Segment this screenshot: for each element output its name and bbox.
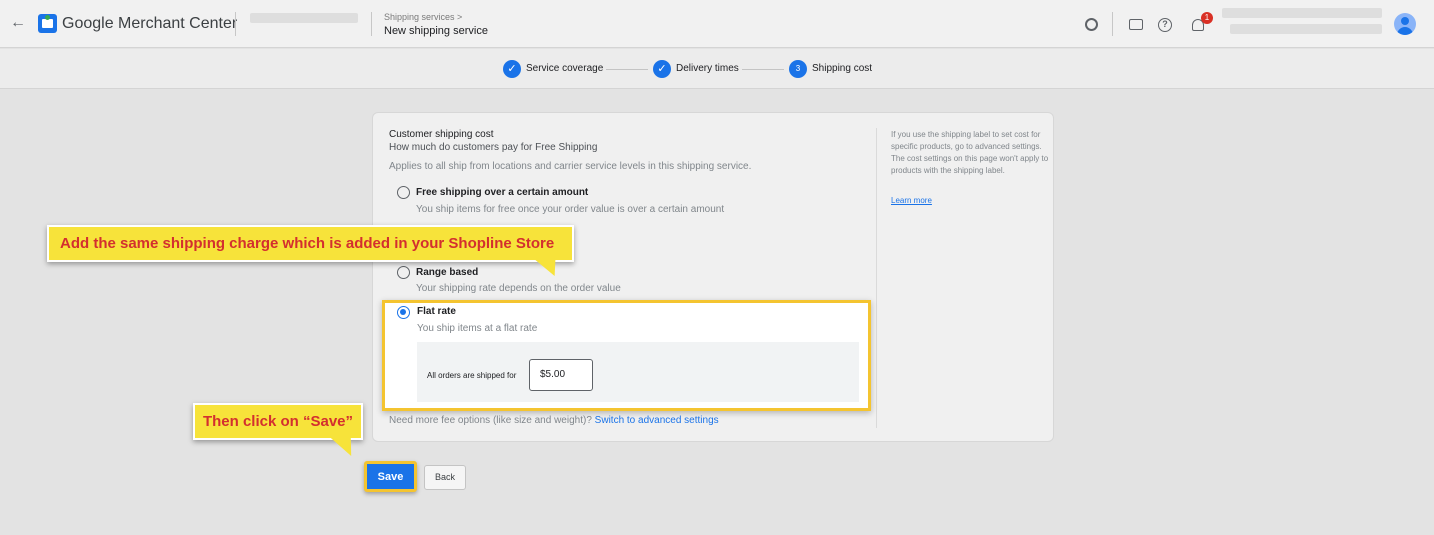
step-connector bbox=[742, 69, 784, 70]
section-title: Customer shipping cost bbox=[389, 129, 494, 140]
merchant-center-logo-icon bbox=[38, 14, 57, 33]
divider bbox=[371, 12, 372, 36]
option-description: You ship items at a flat rate bbox=[417, 323, 538, 334]
divider bbox=[876, 128, 877, 428]
radio-range-based[interactable] bbox=[397, 266, 410, 279]
step-delivery-times[interactable]: Delivery times bbox=[676, 63, 739, 74]
option-description: Your shipping rate depends on the order … bbox=[416, 283, 621, 294]
callout-save-hint: Then click on “Save” bbox=[193, 403, 363, 440]
flat-rate-prompt: All orders are shipped for bbox=[427, 371, 517, 380]
account-avatar-icon[interactable] bbox=[1394, 13, 1416, 35]
app-title: Google Merchant Center bbox=[62, 15, 238, 32]
mail-icon[interactable] bbox=[1129, 19, 1143, 30]
notification-badge: 1 bbox=[1201, 12, 1213, 24]
flat-rate-price-input[interactable]: $5.00 bbox=[529, 359, 593, 391]
top-app-bar: ← Google Merchant Center Shipping servic… bbox=[0, 0, 1434, 48]
radio-free-shipping-over-amount[interactable] bbox=[397, 186, 410, 199]
redacted-account-name bbox=[250, 13, 358, 23]
redacted-user-name bbox=[1222, 8, 1382, 18]
option-label: Range based bbox=[416, 267, 479, 278]
radio-flat-rate[interactable] bbox=[397, 306, 410, 319]
help-icon[interactable]: ? bbox=[1158, 18, 1172, 32]
step-number-badge: 3 bbox=[789, 60, 807, 78]
settings-gear-icon[interactable] bbox=[1085, 18, 1098, 31]
callout-pointer bbox=[330, 438, 362, 456]
page-title: New shipping service bbox=[384, 25, 488, 37]
back-button[interactable]: Back bbox=[424, 465, 466, 490]
step-shipping-cost: Shipping cost bbox=[812, 63, 873, 74]
more-fee-options-text: Need more fee options (like size and wei… bbox=[389, 415, 719, 426]
save-button[interactable]: Save bbox=[364, 461, 417, 492]
option-description: You ship items for free once your order … bbox=[416, 204, 725, 215]
section-note: Applies to all ship from locations and c… bbox=[389, 161, 752, 172]
back-arrow-icon[interactable]: ← bbox=[10, 15, 26, 31]
learn-more-link[interactable]: Learn more bbox=[891, 196, 932, 205]
divider bbox=[1112, 12, 1113, 36]
checkmark-icon: ✓ bbox=[653, 60, 671, 78]
step-connector bbox=[606, 69, 648, 70]
option-label: Free shipping over a certain amount bbox=[416, 187, 589, 198]
option-label: Flat rate bbox=[417, 306, 456, 317]
section-subtitle: How much do customers pay for Free Shipp… bbox=[389, 142, 598, 153]
progress-stepper: ✓ Service coverage ✓ Delivery times 3 Sh… bbox=[0, 49, 1434, 89]
advanced-settings-link[interactable]: Switch to advanced settings bbox=[595, 415, 719, 426]
divider bbox=[235, 12, 236, 36]
more-fee-label: Need more fee options (like size and wei… bbox=[389, 415, 595, 426]
checkmark-icon: ✓ bbox=[503, 60, 521, 78]
redacted-user-email bbox=[1230, 24, 1382, 34]
step-service-coverage[interactable]: Service coverage bbox=[526, 63, 603, 74]
breadcrumb[interactable]: Shipping services > bbox=[384, 12, 462, 22]
callout-shipping-charge: Add the same shipping charge which is ad… bbox=[47, 225, 574, 262]
side-help-text: If you use the shipping label to set cos… bbox=[891, 130, 1049, 175]
